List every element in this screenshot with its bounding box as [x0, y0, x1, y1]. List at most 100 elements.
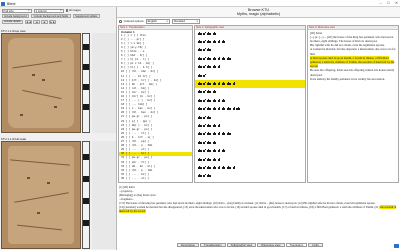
cuneiform-sign-icon: [221, 56, 226, 60]
cuneiform-sign-icon: [203, 107, 206, 111]
highlighted-passage: A third spouse died in good health, a fo…: [310, 55, 395, 69]
cuneiform-line[interactable]: [195, 172, 305, 180]
cuneiform-sign-icon: [221, 107, 226, 111]
cuneiform-sign-icon: [207, 98, 211, 102]
browse-header: Browse KTU Myths, magic (alphabetic): [117, 7, 400, 18]
cuneiform-line[interactable]: [195, 97, 305, 105]
cuneiform-line[interactable]: [195, 38, 305, 46]
discursive-paragraph: A third spouse died in good health, a fo…: [310, 55, 396, 69]
cuneiform-sign-icon: [198, 132, 202, 136]
cuneiform-line[interactable]: [195, 122, 305, 130]
translation-paragraph: [14] (Another) woman he married but she …: [119, 205, 397, 213]
cuneiform-sign-icon: [212, 107, 217, 111]
discursive-paragraph: In its entirety his family perished, in …: [310, 76, 385, 81]
image-pane: Full size ▾ 1 column ▾ All images Includ…: [0, 7, 117, 250]
cuneiform-sign-icon: [217, 40, 220, 44]
next-image-button[interactable]: ►: [41, 19, 49, 24]
cuneiform-sign-icon: [198, 165, 202, 169]
cuneiform-line[interactable]: [195, 71, 305, 79]
cuneiform-sign-icon: [221, 82, 226, 86]
tab-discursive-view[interactable]: Discursive view: [257, 243, 285, 248]
cuneiform-sign-icon: [207, 174, 211, 178]
app-icon: [1, 1, 5, 6]
tablet-photo[interactable]: [1, 33, 81, 133]
cuneiform-line[interactable]: [195, 88, 305, 96]
cuneiform-sign-icon: [212, 140, 217, 144]
cuneiform-sign-icon: [217, 149, 220, 153]
cuneiform-line[interactable]: [195, 130, 305, 138]
cuneiform-sign-icon: [198, 115, 202, 119]
include-details-button[interactable]: Include details: [1, 19, 24, 24]
cuneiform-sign-icon: [203, 65, 206, 69]
previous-image-button[interactable]: ◄: [33, 19, 41, 24]
tablet-photo[interactable]: [1, 141, 81, 249]
include-background-button[interactable]: Include background: [1, 14, 30, 19]
tab-description[interactable]: Description: [177, 243, 199, 248]
include-background-fields-button[interactable]: Include background and fields: [31, 14, 71, 19]
discursive-text: [Of] Kirta [...] pr- [...] ... [Of] the h…: [308, 30, 398, 82]
mode-select[interactable]: Standard ▾: [171, 19, 200, 24]
cuneiform-sign-icon: [221, 149, 226, 153]
options-row: Ordered options English ▾ Standard ▾: [119, 19, 200, 24]
view-select[interactable]: Full size ▾: [1, 8, 32, 13]
cuneiform-sign-icon: [207, 107, 211, 111]
cuneiform-sign-icon: [232, 107, 235, 111]
status-icon: [394, 244, 399, 248]
all-images-label: All images: [68, 9, 81, 13]
last-image-button[interactable]: ►►: [49, 19, 57, 24]
cuneiform-sign-icon: [198, 48, 202, 52]
cuneiform-sign-icon: [207, 149, 211, 153]
first-image-button[interactable]: ◄◄: [25, 19, 33, 24]
tab-translation[interactable]: Translation: [285, 243, 308, 248]
cuneiform-sign-icon: [212, 65, 217, 69]
cuneiform-sign-icon: [217, 123, 220, 127]
cuneiform-panel[interactable]: Note 2: Syllographic view: [194, 25, 306, 183]
cuneiform-line[interactable]: [195, 155, 305, 163]
cuneiform-sign-icon: [227, 107, 231, 111]
transliteration-line[interactable]: 36 [ ] ... . sl[ ]: [119, 177, 192, 181]
scale-ruler: [82, 141, 90, 249]
highlighted-passage: the seventh of them fell by the sword.: [119, 205, 397, 213]
cuneiform-line[interactable]: [195, 164, 305, 172]
ordered-options-radio[interactable]: [119, 19, 122, 23]
cuneiform-sign-icon: [212, 98, 217, 102]
transliteration-panel[interactable]: Note 1: Transliteration Column 1 1 [ ] l…: [118, 25, 193, 183]
chevron-down-icon: ▾: [60, 9, 62, 13]
cuneiform-sign-icon: [212, 82, 217, 86]
minimize-button[interactable]: –: [380, 1, 382, 5]
chevron-down-icon: ▾: [166, 19, 168, 23]
tab-syllographic-view[interactable]: Syllographic view: [226, 243, 257, 248]
transliteration-lines: 1 [ ] l [ ] ntxx 2 [ ] ... pr[ ] 3 [ ] l.x…: [119, 34, 192, 181]
cuneiform-sign-icon: [227, 82, 231, 86]
cuneiform-line[interactable]: [195, 147, 305, 155]
cuneiform-sign-icon: [212, 40, 217, 44]
maximize-button[interactable]: ☐: [387, 1, 390, 5]
cuneiform-line[interactable]: [195, 105, 305, 113]
cuneiform-line[interactable]: [195, 30, 305, 38]
cuneiform-line[interactable]: [195, 63, 305, 71]
cuneiform-sign-icon: [203, 157, 206, 161]
cuneiform-sign-icon: [198, 98, 202, 102]
cuneiform-line[interactable]: [195, 55, 305, 63]
cuneiform-sign-icon: [203, 174, 206, 178]
cuneiform-sign-icon: [217, 56, 220, 60]
cuneiform-line[interactable]: [195, 113, 305, 121]
cuneiform-sign-icon: [232, 165, 235, 169]
cuneiform-sign-icon: [207, 157, 211, 161]
cuneiform-sign-icon: [198, 174, 202, 178]
cuneiform-line[interactable]: [195, 79, 305, 89]
checkbox-box[interactable]: [65, 9, 69, 13]
tab-transliteration[interactable]: Transliteration: [200, 243, 226, 248]
image-navigation: ◄◄ ◄ ► ►►: [25, 19, 57, 24]
all-images-checkbox[interactable]: All images: [65, 9, 81, 13]
close-button[interactable]: ✕: [395, 1, 398, 5]
cuneiform-sign-icon: [198, 123, 202, 127]
column-select[interactable]: 1 column ▾: [33, 8, 64, 13]
cuneiform-line[interactable]: [195, 46, 305, 54]
cuneiform-sign-icon: [227, 56, 231, 60]
supplement-tablets-button[interactable]: Supplement tablets: [72, 14, 100, 19]
tab-links[interactable]: Links: [308, 243, 323, 248]
cuneiform-line[interactable]: [195, 139, 305, 147]
discursive-panel[interactable]: Note 3: Discursive view [Of] Kirta [...] …: [307, 25, 399, 183]
language-select[interactable]: English ▾: [145, 19, 170, 24]
